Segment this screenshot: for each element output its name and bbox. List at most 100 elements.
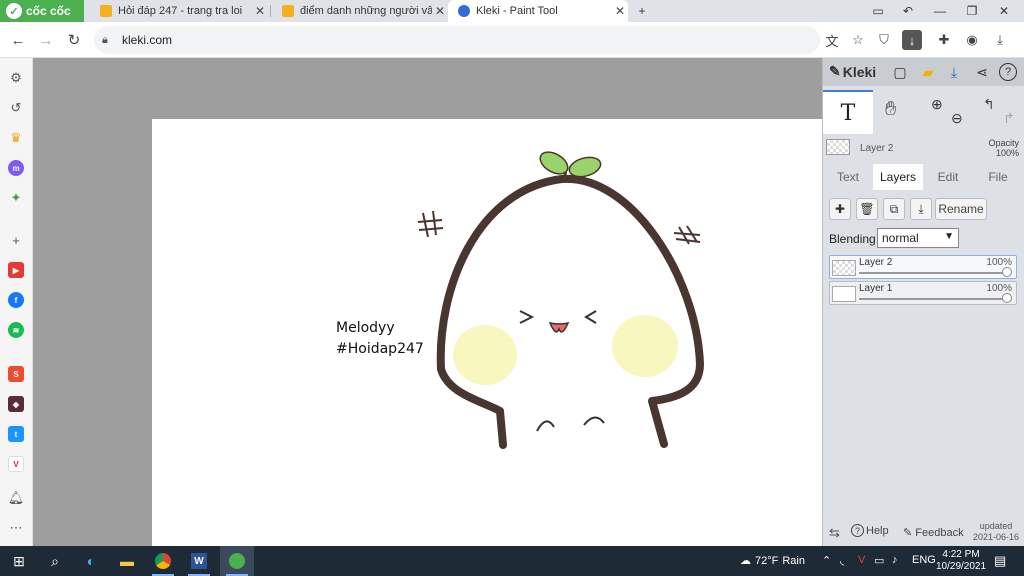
kleki-favicon-icon <box>458 5 470 17</box>
add-layer-icon[interactable]: ✚ <box>829 198 851 220</box>
new-tab-button[interactable]: + <box>626 0 658 22</box>
shield-icon[interactable]: ⛉ <box>874 30 894 50</box>
coccoc-taskbar-icon[interactable] <box>220 546 254 576</box>
merge-layer-icon[interactable]: ⤓ <box>910 198 932 220</box>
cloud-rain-icon: ☁ <box>740 555 751 567</box>
cast-icon[interactable]: ▭ <box>862 0 894 22</box>
layer-opacity-slider[interactable] <box>859 298 1009 300</box>
close-window-button[interactable]: ✕ <box>988 0 1020 22</box>
tab-kleki[interactable]: Kleki - Paint Tool ✕ <box>448 0 628 22</box>
help-icon[interactable]: ? <box>999 63 1017 81</box>
address-bar[interactable]: 🔒︎ kleki.com <box>94 26 820 54</box>
word-icon[interactable]: W <box>182 546 216 576</box>
shopee-icon[interactable]: S <box>6 364 26 384</box>
more-options-icon[interactable]: ⋯ <box>6 518 26 538</box>
text-tool-button[interactable]: T <box>823 90 873 134</box>
edge-icon[interactable]: ◐ <box>74 546 108 576</box>
layer-item-layer-2[interactable]: Layer 2 100% <box>829 255 1017 279</box>
share-icon[interactable]: ⋖ <box>973 63 991 81</box>
layer-opacity-handle[interactable] <box>1002 293 1012 303</box>
volume-icon[interactable]: ♪ <box>892 554 898 566</box>
feedback-link[interactable]: ✎ Feedback <box>903 526 964 539</box>
youtube-icon[interactable]: ▶ <box>6 260 26 280</box>
save-download-icon[interactable]: ⤓ <box>945 63 963 81</box>
crown-icon[interactable]: ♛ <box>6 128 26 148</box>
download-video-icon[interactable]: ↓ <box>902 30 922 50</box>
extensions-icon[interactable]: ✚ <box>934 30 954 50</box>
drawing-canvas[interactable]: Melodyy #Hoidap247 <box>152 119 822 546</box>
tiki-icon[interactable]: t <box>6 424 26 444</box>
vtv-icon[interactable]: V <box>6 454 26 474</box>
undo-icon[interactable]: ↰ <box>983 96 995 113</box>
restore-button[interactable]: ❐ <box>956 0 988 22</box>
system-clock[interactable]: 4:22 PM 10/29/2021 <box>936 549 986 573</box>
notification-center-icon[interactable]: ▤ <box>994 553 1006 569</box>
layer-opacity-slider[interactable] <box>859 272 1009 274</box>
duplicate-layer-icon[interactable]: ⧉ <box>883 198 905 220</box>
updated-date: 2021-06-16 <box>973 532 1020 542</box>
language-indicator[interactable]: ENG <box>912 554 936 566</box>
forward-button[interactable]: → <box>34 28 58 52</box>
blending-select[interactable]: normal ▼ <box>877 228 959 248</box>
new-image-icon[interactable]: ▢ <box>891 63 909 81</box>
bookmark-star-icon[interactable]: ☆ <box>848 30 868 50</box>
swap-side-icon[interactable]: ⇆ <box>829 525 840 541</box>
network-icon[interactable]: ◟ <box>840 554 844 567</box>
delete-layer-icon[interactable]: 🗑︎ <box>856 198 878 220</box>
network-status-icon[interactable]: ▭ <box>874 554 884 567</box>
history-icon[interactable]: ↺ <box>6 98 26 118</box>
coccoc-menu-button[interactable]: ✓ cốc cốc <box>0 0 84 22</box>
tab-text[interactable]: Text <box>823 164 873 190</box>
kleki-side-panel: ✎ Kleki ▢ ▰ ⤓ ⋖ ? T ✋︎ ⊕ ⊖ ↰ ↱ Layer 2 O… <box>822 58 1024 546</box>
back-arrow-icon[interactable]: ↶ <box>892 0 924 22</box>
weather-widget[interactable]: ☁ 72°F Rain <box>740 554 805 568</box>
spotify-icon[interactable]: ≋ <box>6 320 26 340</box>
tab-file[interactable]: File <box>973 164 1023 190</box>
panel-footer: ⇆ ? Help ✎ Feedback updated 2021-06-16 <box>823 518 1024 546</box>
tab-edit[interactable]: Edit <box>923 164 973 190</box>
antivirus-icon[interactable]: V <box>858 554 865 566</box>
tab-layers[interactable]: Layers <box>873 164 923 190</box>
messenger-icon[interactable]: m <box>6 158 26 178</box>
windows-start-icon[interactable]: ⊞ <box>2 546 36 576</box>
layer-item-layer-1[interactable]: Layer 1 100% <box>829 281 1017 305</box>
open-folder-icon[interactable]: ▰ <box>919 63 937 81</box>
add-shortcut-icon[interactable]: + <box>6 230 26 250</box>
close-tab-icon[interactable]: ✕ <box>252 4 268 18</box>
search-icon[interactable]: ⌕ <box>38 546 72 576</box>
tab-diem-danh[interactable]: điểm danh những người vẫn ✕ <box>272 0 448 22</box>
tab-divider <box>270 5 271 17</box>
zoom-out-icon[interactable]: ⊖ <box>951 110 963 127</box>
game-controller-icon[interactable]: ✦ <box>6 188 26 208</box>
notifications-bell-icon[interactable]: 🔔︎ <box>6 488 26 508</box>
tab-hoidap[interactable]: Hỏi đáp 247 - trang tra loi ✕ <box>90 0 268 22</box>
game-thumbnail-icon[interactable]: ◆ <box>6 394 26 414</box>
lock-icon: 🔒︎ <box>102 33 108 46</box>
kleki-header: ✎ Kleki ▢ ▰ ⤓ ⋖ ? <box>823 58 1024 86</box>
settings-gear-icon[interactable]: ⚙ <box>6 68 26 88</box>
tray-chevron-up-icon[interactable]: ⌃ <box>822 554 831 567</box>
back-button[interactable]: ← <box>6 28 30 52</box>
rename-button[interactable]: Rename <box>935 198 987 220</box>
translate-icon[interactable]: 文 <box>822 30 842 50</box>
zoom-in-icon[interactable]: ⊕ <box>931 96 943 113</box>
browser-sidebar: ⚙ ↺ ♛ m ✦ + ▶ f ≋ S ◆ t V 🔔︎ ⋯ <box>0 58 33 546</box>
right-eye <box>584 310 597 324</box>
file-explorer-icon[interactable]: ▬ <box>110 546 144 576</box>
chrome-icon[interactable] <box>146 546 180 576</box>
profile-icon[interactable]: ◉ <box>962 30 982 50</box>
downloads-icon[interactable]: ⤓ <box>990 30 1010 50</box>
canvas-workspace[interactable]: Melodyy #Hoidap247 <box>33 58 822 546</box>
facebook-icon[interactable]: f <box>6 290 26 310</box>
clock-date: 10/29/2021 <box>936 561 987 572</box>
help-link[interactable]: ? Help <box>851 524 889 537</box>
mouth <box>548 321 570 333</box>
kleki-logo[interactable]: ✎ Kleki <box>829 63 876 80</box>
reload-button[interactable]: ↻ <box>62 28 86 52</box>
minimize-button[interactable]: — <box>924 0 956 22</box>
hand-tool-icon[interactable]: ✋︎ <box>885 98 896 121</box>
weather-temp: 72°F <box>755 554 779 567</box>
layer-opacity-handle[interactable] <box>1002 267 1012 277</box>
close-tab-icon[interactable]: ✕ <box>432 4 448 18</box>
redo-icon[interactable]: ↱ <box>1003 110 1015 127</box>
